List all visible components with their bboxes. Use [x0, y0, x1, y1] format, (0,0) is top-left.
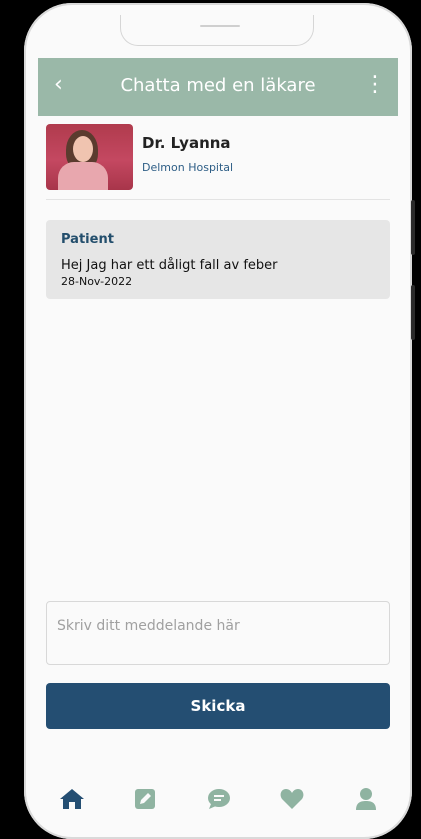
message-bubble: Patient Hej Jag har ett dåligt fall av f… — [46, 220, 390, 299]
more-vertical-icon[interactable]: ⋮ — [364, 72, 386, 97]
doctor-name: Dr. Lyanna — [142, 134, 231, 152]
doctor-hospital: Delmon Hospital — [142, 161, 234, 174]
divider — [46, 199, 390, 200]
page-title: Chatta med en läkare — [120, 75, 316, 96]
chat-icon[interactable] — [205, 785, 233, 813]
home-icon[interactable] — [58, 785, 86, 813]
volume-up-button — [411, 200, 415, 255]
send-button[interactable]: Skicka — [46, 683, 390, 729]
message-input[interactable] — [46, 601, 390, 665]
edit-icon[interactable] — [131, 785, 159, 813]
heart-icon[interactable] — [278, 785, 306, 813]
message-date: 28-Nov-2022 — [61, 275, 133, 288]
app-header: ‹ Chatta med en läkare ⋮ — [38, 58, 398, 116]
bottom-nav — [24, 775, 412, 823]
volume-down-button — [411, 285, 415, 340]
doctor-card: Dr. Lyanna Delmon Hospital — [46, 123, 390, 199]
user-icon[interactable] — [352, 785, 380, 813]
speaker-grille — [200, 25, 240, 27]
phone-frame: ‹ Chatta med en läkare ⋮ Dr. Lyanna Delm… — [24, 3, 412, 839]
notch — [120, 15, 314, 46]
doctor-avatar — [46, 124, 133, 190]
message-sender: Patient — [61, 232, 114, 247]
message-text: Hej Jag har ett dåligt fall av feber — [61, 258, 278, 273]
